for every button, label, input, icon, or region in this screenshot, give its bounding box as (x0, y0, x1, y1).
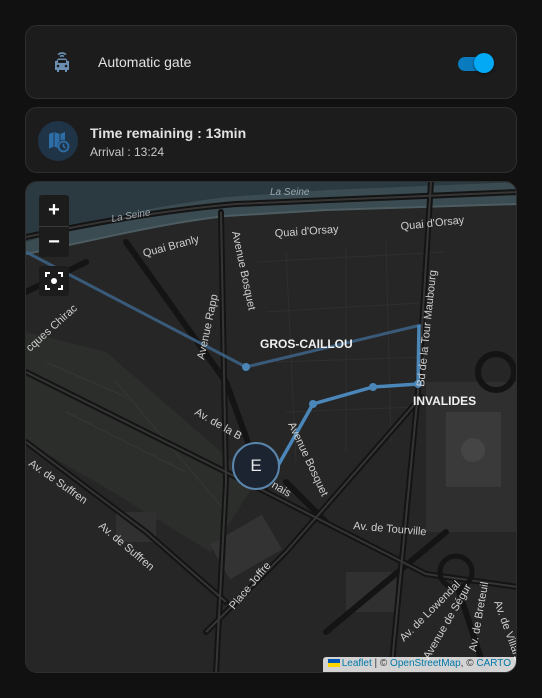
map-card[interactable]: La Seine La Seine Quai Branly Quai d'Ors… (25, 181, 517, 673)
zoom-out-button[interactable]: − (39, 226, 69, 257)
ukraine-flag-icon (327, 659, 340, 667)
map-clock-icon (38, 121, 78, 161)
attribution-separator-1: | © (371, 658, 391, 669)
zoom-control: + − (39, 195, 69, 257)
label-gros-caillou: GROS-CAILLOU (260, 337, 353, 351)
toggle-knob (474, 53, 494, 73)
leaflet-link[interactable]: Leaflet (342, 658, 372, 669)
gate-label: Automatic gate (98, 54, 192, 70)
focus-icon (45, 272, 63, 290)
arrival-time: Arrival : 13:24 (90, 145, 165, 159)
label-invalides: INVALIDES (413, 394, 476, 408)
gate-card: Automatic gate (25, 25, 517, 99)
map-canvas[interactable]: La Seine La Seine Quai Branly Quai d'Ors… (26, 182, 517, 673)
label-seine-top: La Seine (270, 187, 310, 198)
carto-link[interactable]: CARTO (476, 658, 511, 669)
car-gate-icon (50, 51, 74, 75)
map-attribution: Leaflet | © OpenStreetMap, © CARTO (322, 657, 516, 672)
gate-toggle[interactable] (458, 53, 494, 73)
travel-time-card[interactable]: Time remaining : 13min Arrival : 13:24 (25, 107, 517, 173)
attribution-separator-2: , © (460, 658, 477, 669)
map-marker[interactable]: E (232, 442, 280, 490)
zoom-in-button[interactable]: + (39, 195, 69, 226)
recenter-button[interactable] (39, 266, 69, 296)
osm-link[interactable]: OpenStreetMap (390, 658, 461, 669)
time-remaining: Time remaining : 13min (90, 125, 247, 141)
